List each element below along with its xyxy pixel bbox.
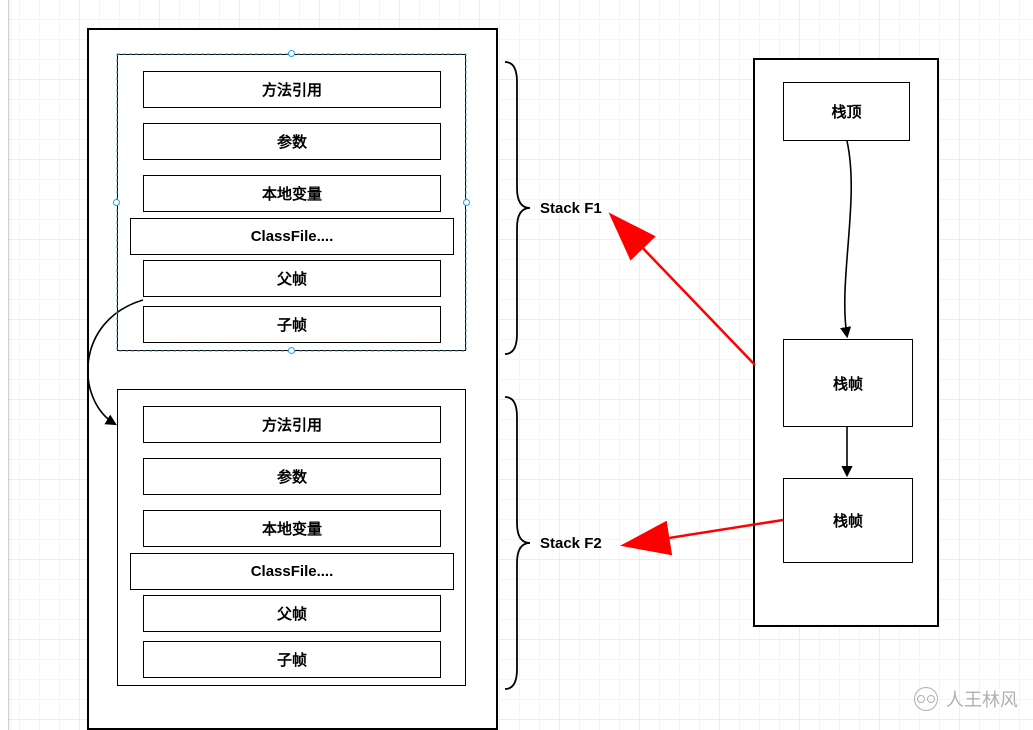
f2-cell-0[interactable]: 方法引用: [143, 406, 441, 443]
f1-cell-2[interactable]: 本地变量: [143, 175, 441, 212]
f1-cell-5[interactable]: 子帧: [143, 306, 441, 343]
selection-handle[interactable]: [288, 347, 295, 354]
cell-text: 方法引用: [262, 79, 322, 100]
cell-text: ClassFile....: [251, 563, 334, 580]
cell-text: 父帧: [277, 268, 307, 289]
cell-text: 父帧: [277, 603, 307, 624]
cell-text: 子帧: [277, 649, 307, 670]
cell-text: 本地变量: [262, 518, 322, 539]
cell-text: 方法引用: [262, 414, 322, 435]
cell-text: ClassFile....: [251, 228, 334, 245]
f2-cell-2[interactable]: 本地变量: [143, 510, 441, 547]
f1-cell-3[interactable]: ClassFile....: [130, 218, 454, 255]
watermark-text: 人王林风: [946, 686, 1018, 712]
selection-handle[interactable]: [463, 199, 470, 206]
node-text: 栈帧: [833, 510, 863, 531]
node-text: 栈帧: [833, 373, 863, 394]
f2-cell-3[interactable]: ClassFile....: [130, 553, 454, 590]
f1-cell-1[interactable]: 参数: [143, 123, 441, 160]
wechat-icon: [914, 687, 938, 711]
page-edge: [0, 0, 9, 730]
stack-label-f2: Stack F2: [540, 535, 602, 552]
cell-text: 子帧: [277, 314, 307, 335]
right-node-bottom[interactable]: 栈帧: [783, 478, 913, 563]
f1-cell-0[interactable]: 方法引用: [143, 71, 441, 108]
cell-text: 本地变量: [262, 183, 322, 204]
right-node-top[interactable]: 栈顶: [783, 82, 910, 141]
f1-cell-4[interactable]: 父帧: [143, 260, 441, 297]
right-node-mid[interactable]: 栈帧: [783, 339, 913, 427]
watermark: 人王林风: [914, 686, 1018, 712]
f2-cell-5[interactable]: 子帧: [143, 641, 441, 678]
selection-handle[interactable]: [113, 199, 120, 206]
f2-cell-4[interactable]: 父帧: [143, 595, 441, 632]
cell-text: 参数: [277, 131, 307, 152]
cell-text: 参数: [277, 466, 307, 487]
stack-label-f1: Stack F1: [540, 200, 602, 217]
f2-cell-1[interactable]: 参数: [143, 458, 441, 495]
node-text: 栈顶: [831, 101, 861, 122]
selection-handle[interactable]: [288, 50, 295, 57]
